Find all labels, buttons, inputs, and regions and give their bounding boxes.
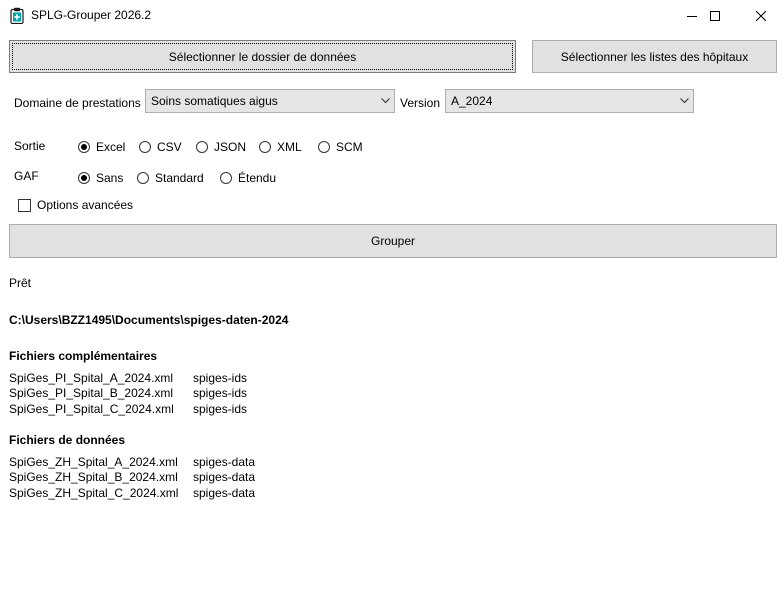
data-files-heading: Fichiers de données: [9, 433, 126, 447]
gaf-label: GAF: [14, 169, 39, 183]
output-option-label: SCM: [336, 140, 363, 154]
radio-button-selected[interactable]: [78, 172, 90, 184]
select-hospital-lists-label: Sélectionner les listes des hôpitaux: [560, 49, 749, 64]
file-name: SpiGes_PI_Spital_C_2024.xml: [9, 402, 174, 416]
chevron-down-icon: [376, 90, 394, 112]
file-name: SpiGes_ZH_Spital_C_2024.xml: [9, 486, 179, 500]
maximize-icon: [710, 10, 720, 21]
file-name: SpiGes_ZH_Spital_B_2024.xml: [9, 470, 178, 484]
output-radio-json[interactable]: JSON: [196, 140, 246, 154]
output-radio-excel[interactable]: Excel: [78, 140, 125, 154]
list-item: SpiGes_ZH_Spital_C_2024.xml spiges-data: [9, 486, 409, 501]
output-option-label: CSV: [157, 140, 182, 154]
output-option-label: Excel: [96, 140, 126, 154]
radio-button[interactable]: [137, 172, 149, 184]
output-radio-csv[interactable]: CSV: [139, 140, 182, 154]
radio-button[interactable]: [196, 141, 208, 153]
close-icon: [756, 10, 766, 21]
radio-button-selected[interactable]: [78, 141, 90, 153]
radio-button[interactable]: [259, 141, 271, 153]
complementary-files-heading: Fichiers complémentaires: [9, 349, 158, 363]
gaf-radio-standard[interactable]: Standard: [137, 171, 204, 185]
title-bar: SPLG-Grouper 2026.2: [0, 0, 784, 31]
window-title: SPLG-Grouper 2026.2: [31, 8, 152, 22]
file-name: SpiGes_ZH_Spital_A_2024.xml: [9, 455, 178, 469]
select-hospital-lists-button[interactable]: Sélectionner les listes des hôpitaux: [532, 40, 777, 73]
gaf-option-label: Sans: [96, 171, 124, 185]
clipboard-icon: [10, 7, 24, 25]
radio-button[interactable]: [220, 172, 232, 184]
gaf-radio-etendu[interactable]: Étendu: [220, 171, 276, 185]
gaf-option-label: Étendu: [238, 171, 277, 185]
domain-label: Domaine de prestations: [14, 96, 141, 110]
file-type: spiges-ids: [193, 402, 248, 416]
advanced-options-label: Options avancées: [37, 198, 134, 212]
output-option-label: XML: [277, 140, 302, 154]
version-select[interactable]: A_2024: [445, 89, 694, 113]
domain-select[interactable]: Soins somatiques aigus: [145, 89, 395, 113]
list-item: SpiGes_PI_Spital_C_2024.xml spiges-ids: [9, 402, 409, 417]
file-name: SpiGes_PI_Spital_A_2024.xml: [9, 371, 174, 385]
file-type: spiges-data: [193, 455, 256, 469]
radio-button[interactable]: [318, 141, 330, 153]
select-data-folder-button[interactable]: Sélectionner le dossier de données: [9, 40, 516, 73]
select-data-folder-label: Sélectionner le dossier de données: [168, 49, 357, 64]
file-name: SpiGes_PI_Spital_B_2024.xml: [9, 386, 174, 400]
maximize-button[interactable]: [692, 0, 738, 31]
chevron-down-icon: [675, 90, 693, 112]
advanced-options-checkbox[interactable]: Options avancées: [18, 198, 133, 212]
list-item: SpiGes_PI_Spital_A_2024.xml spiges-ids: [9, 371, 409, 386]
file-type: spiges-ids: [193, 371, 248, 385]
file-type: spiges-data: [193, 470, 256, 484]
file-type: spiges-ids: [193, 386, 248, 400]
output-label: Sortie: [14, 139, 46, 153]
output-radio-scm[interactable]: SCM: [318, 140, 363, 154]
gaf-option-label: Standard: [155, 171, 204, 185]
folder-path: C:\Users\BZZ1495\Documents\spiges-daten-…: [9, 313, 289, 327]
version-label: Version: [400, 96, 441, 110]
list-item: SpiGes_ZH_Spital_A_2024.xml spiges-data: [9, 455, 409, 470]
gaf-radio-sans[interactable]: Sans: [78, 171, 123, 185]
group-button[interactable]: Grouper: [9, 224, 777, 258]
status-text: Prêt: [9, 276, 32, 290]
version-select-value: A_2024: [451, 94, 493, 108]
close-button[interactable]: [738, 0, 784, 31]
group-button-label: Grouper: [370, 234, 416, 248]
checkbox-box[interactable]: [18, 198, 31, 212]
output-radio-xml[interactable]: XML: [259, 140, 302, 154]
list-item: SpiGes_PI_Spital_B_2024.xml spiges-ids: [9, 386, 409, 401]
file-type: spiges-data: [193, 486, 256, 500]
domain-select-value: Soins somatiques aigus: [151, 94, 278, 108]
radio-button[interactable]: [139, 141, 151, 153]
output-option-label: JSON: [214, 140, 247, 154]
list-item: SpiGes_ZH_Spital_B_2024.xml spiges-data: [9, 470, 409, 485]
